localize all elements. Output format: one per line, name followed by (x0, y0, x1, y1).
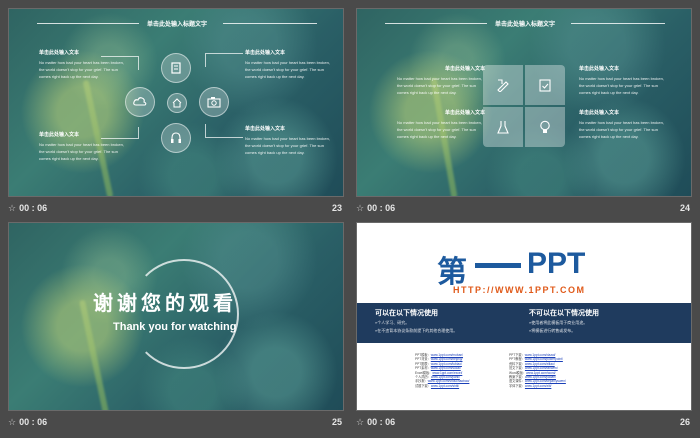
allowed-usage-heading: 可以在以下情况使用 (375, 310, 438, 317)
link-url[interactable]: www.1ppt.com/beijing/ (431, 357, 463, 361)
flask-icon (483, 107, 523, 147)
title-divider-right (571, 23, 665, 24)
link-label: 手抄报： (415, 379, 428, 384)
link-label: 范文下载： (509, 366, 525, 371)
link-url[interactable]: www.1ppt.com/kejian/yuwen/ (525, 379, 566, 383)
text-block-4: 单击此处输入文本 No matter how bad your heart ha… (579, 109, 667, 140)
text-block-heading: 单击此处输入文本 (579, 110, 620, 116)
slide-thumbnail-23[interactable]: 单击此处输入标题文字 单击此处输入文本 No matter how bad yo… (8, 8, 344, 216)
text-block-body: No matter how bad your heart has been br… (39, 142, 124, 161)
text-block-body: No matter how bad your heart has been br… (579, 120, 664, 139)
slide-canvas: 第 PPT HTTP://WWW.1PPT.COM 可以在以下情况使用 »个人学… (356, 222, 692, 411)
slide-thumbnail-24[interactable]: 单击此处输入标题文字 单击此处输入文本 No matter how bad yo… (356, 8, 692, 216)
link-label: 试题下载： (415, 383, 431, 388)
slide-timing: 00 : 06 (19, 203, 48, 213)
slide-canvas: 单击此处输入标题文字 单击此处输入文本 No matter how bad yo… (8, 8, 344, 197)
document-icon (161, 53, 191, 83)
link-label: PPT素材： (415, 366, 431, 371)
slide-timing: 00 : 06 (367, 417, 396, 427)
slide-timing: 00 : 06 (367, 203, 396, 213)
slide-footer: ☆ 00 : 06 25 (8, 415, 344, 429)
title-divider-left (37, 23, 139, 24)
text-block-body: No matter how bad your heart has been br… (397, 76, 482, 95)
slide-footer: ☆ 00 : 06 23 (8, 201, 344, 215)
connector-line (101, 127, 139, 139)
star-icon: ☆ (8, 416, 17, 427)
allowed-usage-line: »在不违背本协议条款前提下的其他合理使用。 (375, 328, 458, 333)
text-block-body: No matter how bad your heart has been br… (245, 60, 330, 79)
home-icon (167, 93, 187, 113)
star-icon: ☆ (356, 202, 365, 213)
link-label: 字体下载： (509, 383, 525, 388)
allowed-usage-line: »个人学习、研究。 (375, 320, 410, 325)
thanks-title: 谢谢您的观看 (93, 293, 237, 315)
resource-links-left: PPT模板：www.1ppt.com/moban/ PPT背景：www.1ppt… (415, 353, 469, 388)
plant-stem (79, 299, 109, 410)
link-url[interactable]: www.1ppt.com/shouchaobao/ (428, 379, 470, 383)
link-row: 试题下载：www.1ppt.com/shiti/ (415, 384, 469, 388)
slide-footer: ☆ 00 : 06 24 (356, 201, 692, 215)
star-icon: ☆ (8, 202, 17, 213)
slide-number: 25 (331, 417, 342, 427)
slide-title: 单击此处输入标题文字 (495, 22, 556, 28)
connector-line (101, 56, 139, 70)
slide-canvas: 谢谢您的观看 Thank you for watching (8, 222, 344, 411)
text-block-heading: 单击此处输入文本 (245, 126, 286, 132)
usage-terms-band: 可以在以下情况使用 »个人学习、研究。 »在不违背本协议条款前提下的其他合理使用… (357, 303, 691, 343)
text-block-heading: 单击此处输入文本 (444, 66, 485, 72)
text-block-2: 单击此处输入文本 No matter how bad your heart ha… (245, 49, 333, 80)
link-label: PPT教程： (509, 357, 525, 362)
clipboard-check-icon (525, 65, 565, 105)
thanks-subtitle: Thank you for watching (113, 321, 237, 333)
slide-number: 26 (679, 417, 690, 427)
cloud-icon (125, 87, 155, 117)
link-url[interactable]: www.1ppt.com/powerpoint/ (525, 357, 563, 361)
slide-canvas: 单击此处输入标题文字 单击此处输入文本 No matter how bad yo… (356, 8, 692, 197)
logo-dash (475, 263, 521, 268)
title-divider-right (223, 23, 317, 24)
logo-text: PPT (527, 247, 586, 280)
forbidden-usage-line: »使用者将此模板用于商业用途。 (529, 320, 588, 325)
slide-number: 24 (679, 203, 690, 213)
title-divider-left (385, 23, 487, 24)
link-url[interactable]: www.1ppt.com/sucai/ (431, 366, 461, 370)
slide-title: 单击此处输入标题文字 (147, 22, 208, 28)
slide-timing: 00 : 06 (19, 417, 48, 427)
link-url[interactable]: www.1ppt.com/shiti/ (431, 384, 459, 388)
text-block-heading: 单击此处输入文本 (444, 110, 485, 116)
text-block-heading: 单击此处输入文本 (579, 66, 620, 72)
text-block-1: 单击此处输入文本 No matter how bad your heart ha… (397, 65, 485, 96)
resource-links-right: PPT下载：www.1ppt.com/xiazai/ PPT教程：www.1pp… (509, 353, 566, 388)
site-url: HTTP://WWW.1PPT.COM (453, 285, 586, 295)
link-label: PPT背景： (415, 357, 431, 362)
link-row: 字体下载：www.1ppt.com/ziti/ (509, 384, 566, 388)
text-block-body: No matter how bad your heart has been br… (579, 76, 664, 95)
text-block-4: 单击此处输入文本 No matter how bad your heart ha… (245, 125, 333, 156)
lightbulb-icon (525, 107, 565, 147)
link-label: 语文课件： (509, 379, 525, 384)
text-block-heading: 单击此处输入文本 (245, 50, 286, 56)
link-url[interactable]: www.1ppt.com/ziti/ (525, 384, 551, 388)
text-block-body: No matter how bad your heart has been br… (245, 136, 330, 155)
slide-thumbnail-25[interactable]: 谢谢您的观看 Thank you for watching ☆ 00 : 06 … (8, 222, 344, 430)
connector-line (205, 53, 243, 67)
slide-thumbnail-26[interactable]: 第 PPT HTTP://WWW.1PPT.COM 可以在以下情况使用 »个人学… (356, 222, 692, 430)
connector-line (205, 124, 243, 138)
text-block-3: 单击此处输入文本 No matter how bad your heart ha… (397, 109, 485, 140)
headphones-icon (161, 123, 191, 153)
star-icon: ☆ (356, 416, 365, 427)
text-block-body: No matter how bad your heart has been br… (397, 120, 482, 139)
forbidden-usage-line: »将模板进行转售或发布。 (529, 328, 576, 333)
slide-footer: ☆ 00 : 06 26 (356, 415, 692, 429)
text-block-2: 单击此处输入文本 No matter how bad your heart ha… (579, 65, 667, 96)
camera-icon (199, 87, 229, 117)
link-url[interactable]: www.1ppt.com/fanwen/ (525, 366, 558, 370)
forbidden-usage-heading: 不可以在以下情况使用 (529, 310, 599, 317)
text-block-heading: 单击此处输入文本 (39, 50, 80, 56)
pencil-ruler-icon (483, 65, 523, 105)
slide-number: 23 (331, 203, 342, 213)
